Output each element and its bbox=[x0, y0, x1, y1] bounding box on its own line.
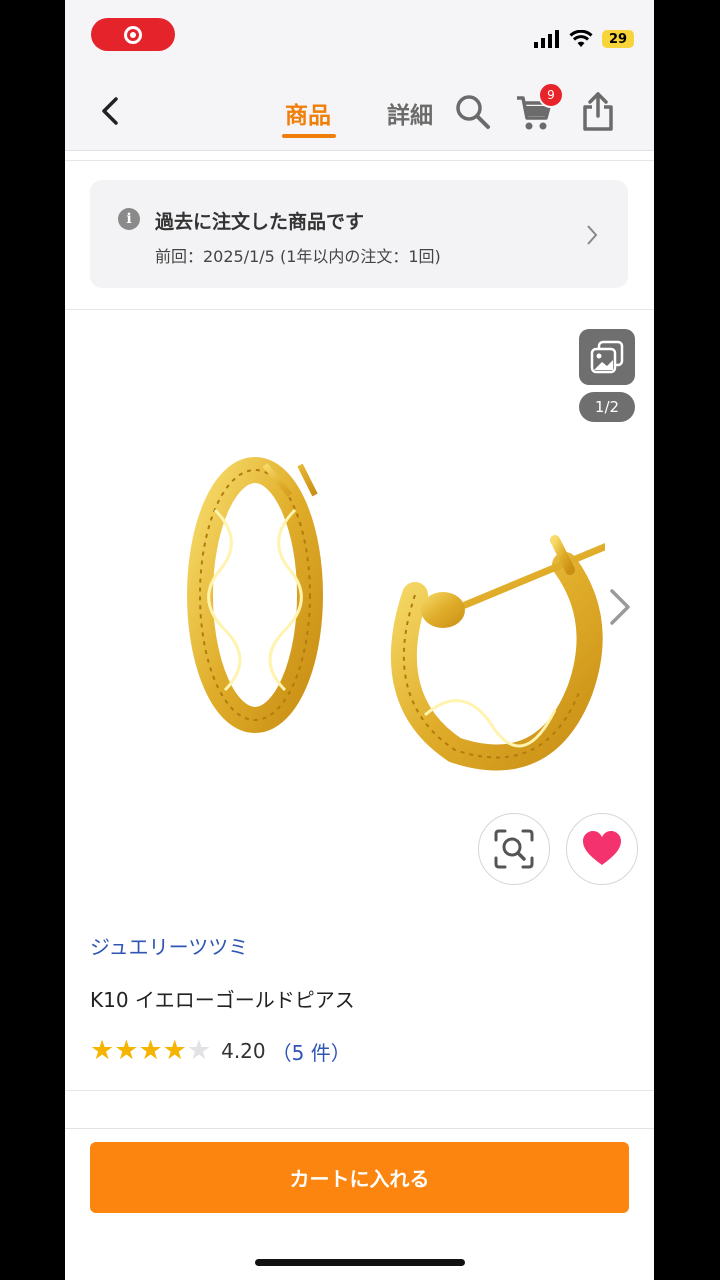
status-bar: 29 bbox=[65, 0, 654, 70]
next-image-icon[interactable] bbox=[608, 588, 632, 626]
image-search-icon bbox=[494, 829, 534, 869]
battery-indicator: 29 bbox=[602, 30, 634, 48]
notice-title: 過去に注文した商品です bbox=[155, 211, 365, 233]
divider bbox=[65, 309, 654, 310]
signal-icon bbox=[534, 30, 559, 48]
shop-name-link[interactable]: ジュエリーツツミ bbox=[90, 931, 248, 960]
star-full-icon: ★ bbox=[138, 1035, 163, 1066]
star-full-icon: ★ bbox=[90, 1035, 115, 1066]
gallery-button[interactable] bbox=[579, 329, 635, 385]
add-to-cart-button[interactable]: カートに入れる bbox=[90, 1142, 629, 1213]
star-full-icon: ★ bbox=[114, 1035, 139, 1066]
chevron-right-icon bbox=[587, 225, 598, 245]
product-image[interactable] bbox=[125, 450, 605, 790]
favorite-button[interactable] bbox=[566, 813, 638, 885]
review-count-link[interactable]: （5 件） bbox=[272, 1037, 351, 1066]
divider bbox=[65, 160, 654, 161]
image-page-indicator: 1/2 bbox=[579, 392, 635, 422]
product-title: K10 イエローゴールドピアス bbox=[90, 988, 355, 1012]
cart-count-badge: 9 bbox=[538, 82, 564, 108]
tab-detail[interactable]: 詳細 bbox=[387, 96, 433, 130]
status-icons: 29 bbox=[534, 30, 634, 48]
screen-recording-indicator[interactable] bbox=[91, 18, 175, 51]
notice-subtitle: 前回：2025/1/5 (1年以内の注文：1回) bbox=[155, 247, 441, 266]
star-empty-icon: ★ bbox=[186, 1035, 212, 1066]
image-search-button[interactable] bbox=[478, 813, 550, 885]
active-tab-indicator bbox=[282, 134, 336, 138]
wifi-icon bbox=[569, 30, 593, 47]
tab-product[interactable]: 商品 bbox=[285, 96, 331, 130]
search-icon[interactable] bbox=[455, 94, 491, 130]
previous-order-notice[interactable]: i 過去に注文した商品です 前回：2025/1/5 (1年以内の注文：1回) bbox=[90, 180, 628, 288]
images-icon bbox=[590, 340, 624, 374]
heart-icon bbox=[583, 831, 621, 865]
record-icon bbox=[124, 25, 142, 44]
rating[interactable]: ★ ★ ★ ★ ★ 4.20 （5 件） bbox=[90, 1036, 351, 1066]
home-indicator[interactable] bbox=[255, 1259, 465, 1266]
rating-value: 4.20 bbox=[221, 1039, 266, 1063]
divider bbox=[65, 1090, 654, 1091]
star-full-icon: ★ bbox=[162, 1035, 187, 1066]
back-icon[interactable] bbox=[100, 96, 122, 126]
top-navigation: 商品 詳細 9 bbox=[65, 70, 654, 151]
info-icon: i bbox=[118, 208, 140, 230]
phone-screen: 29 商品 詳細 9 i 過去に注文した商品です 前回：2025/1/5 (1年… bbox=[65, 0, 654, 1280]
share-icon[interactable] bbox=[581, 92, 615, 132]
